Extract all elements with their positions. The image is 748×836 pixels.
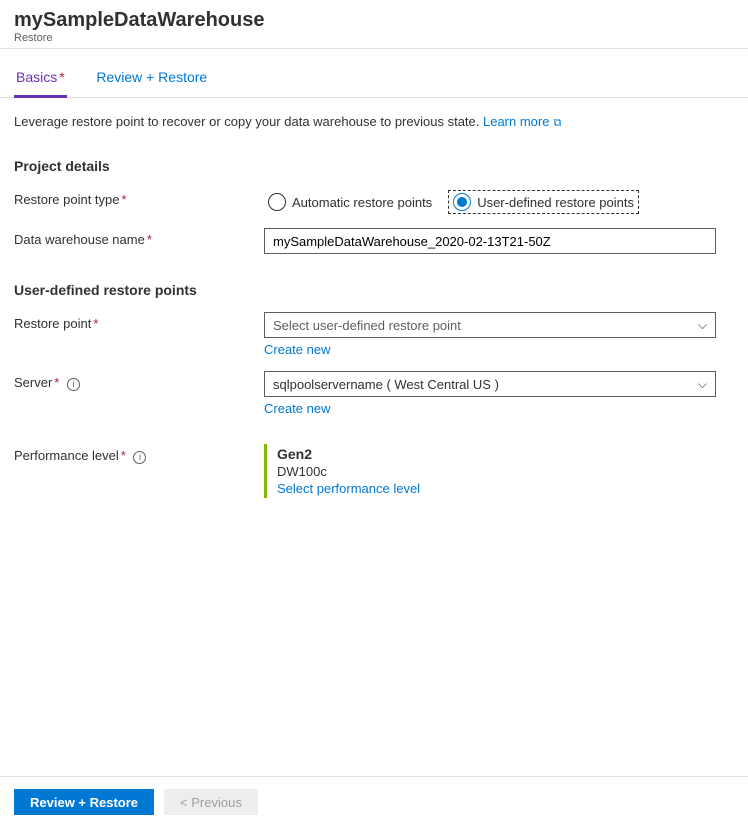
data-warehouse-name-input[interactable]: [264, 228, 716, 254]
radio-dot-icon: [457, 197, 467, 207]
restore-point-select[interactable]: Select user-defined restore point ⌵: [264, 312, 716, 338]
radio-user-defined-label: User-defined restore points: [477, 195, 634, 210]
tab-basics-label: Basics: [16, 69, 57, 85]
server-select[interactable]: sqlpoolservername ( West Central US ) ⌵: [264, 371, 716, 397]
page-title: mySampleDataWarehouse: [14, 8, 734, 32]
chevron-down-icon: ⌵: [698, 377, 707, 392]
info-icon[interactable]: i: [67, 378, 80, 391]
performance-level-summary: Gen2 DW100c Select performance level: [264, 444, 716, 498]
main-content: Leverage restore point to recover or cop…: [0, 98, 748, 536]
restore-point-placeholder: Select user-defined restore point: [273, 318, 461, 333]
restore-point-type-radio-group: Automatic restore points User-defined re…: [264, 188, 716, 214]
review-restore-button[interactable]: Review + Restore: [14, 789, 154, 815]
radio-circle-icon: [453, 193, 471, 211]
page-header: mySampleDataWarehouse Restore: [0, 0, 748, 49]
label-data-warehouse-name: Data warehouse name*: [14, 228, 264, 247]
radio-user-defined-restore-points[interactable]: User-defined restore points: [448, 190, 639, 214]
radio-automatic-restore-points[interactable]: Automatic restore points: [264, 191, 436, 213]
required-indicator: *: [122, 192, 127, 207]
learn-more-label: Learn more: [483, 114, 549, 129]
server-value: sqlpoolservername ( West Central US ): [273, 377, 499, 392]
required-indicator: *: [54, 375, 59, 390]
restore-point-create-new-link[interactable]: Create new: [264, 342, 330, 357]
required-indicator: *: [147, 232, 152, 247]
server-create-new-link[interactable]: Create new: [264, 401, 330, 416]
radio-automatic-label: Automatic restore points: [292, 195, 432, 210]
chevron-down-icon: ⌵: [698, 318, 707, 333]
label-performance-level: Performance level* i: [14, 444, 264, 464]
intro-message: Leverage restore point to recover or cop…: [14, 114, 483, 129]
performance-gen: Gen2: [277, 446, 706, 462]
tab-basics[interactable]: Basics*: [14, 63, 67, 98]
tab-bar: Basics* Review + Restore: [0, 49, 748, 98]
footer-bar: Review + Restore < Previous: [0, 776, 748, 827]
intro-text: Leverage restore point to recover or cop…: [14, 114, 734, 130]
info-icon[interactable]: i: [133, 451, 146, 464]
label-restore-point: Restore point*: [14, 312, 264, 331]
required-indicator: *: [93, 316, 98, 331]
tab-review-restore[interactable]: Review + Restore: [94, 63, 209, 95]
radio-circle-icon: [268, 193, 286, 211]
required-indicator: *: [121, 448, 126, 463]
previous-button: < Previous: [164, 789, 258, 815]
label-server: Server* i: [14, 371, 264, 391]
section-user-defined-restore-points: User-defined restore points: [14, 282, 734, 298]
section-project-details: Project details: [14, 158, 734, 174]
required-indicator: *: [59, 69, 64, 85]
select-performance-level-link[interactable]: Select performance level: [277, 481, 420, 496]
label-restore-point-type: Restore point type*: [14, 188, 264, 207]
learn-more-link[interactable]: Learn more ⧉: [483, 114, 561, 129]
performance-sku: DW100c: [277, 464, 706, 479]
page-subtitle: Restore: [14, 32, 734, 44]
external-link-icon: ⧉: [553, 117, 561, 129]
